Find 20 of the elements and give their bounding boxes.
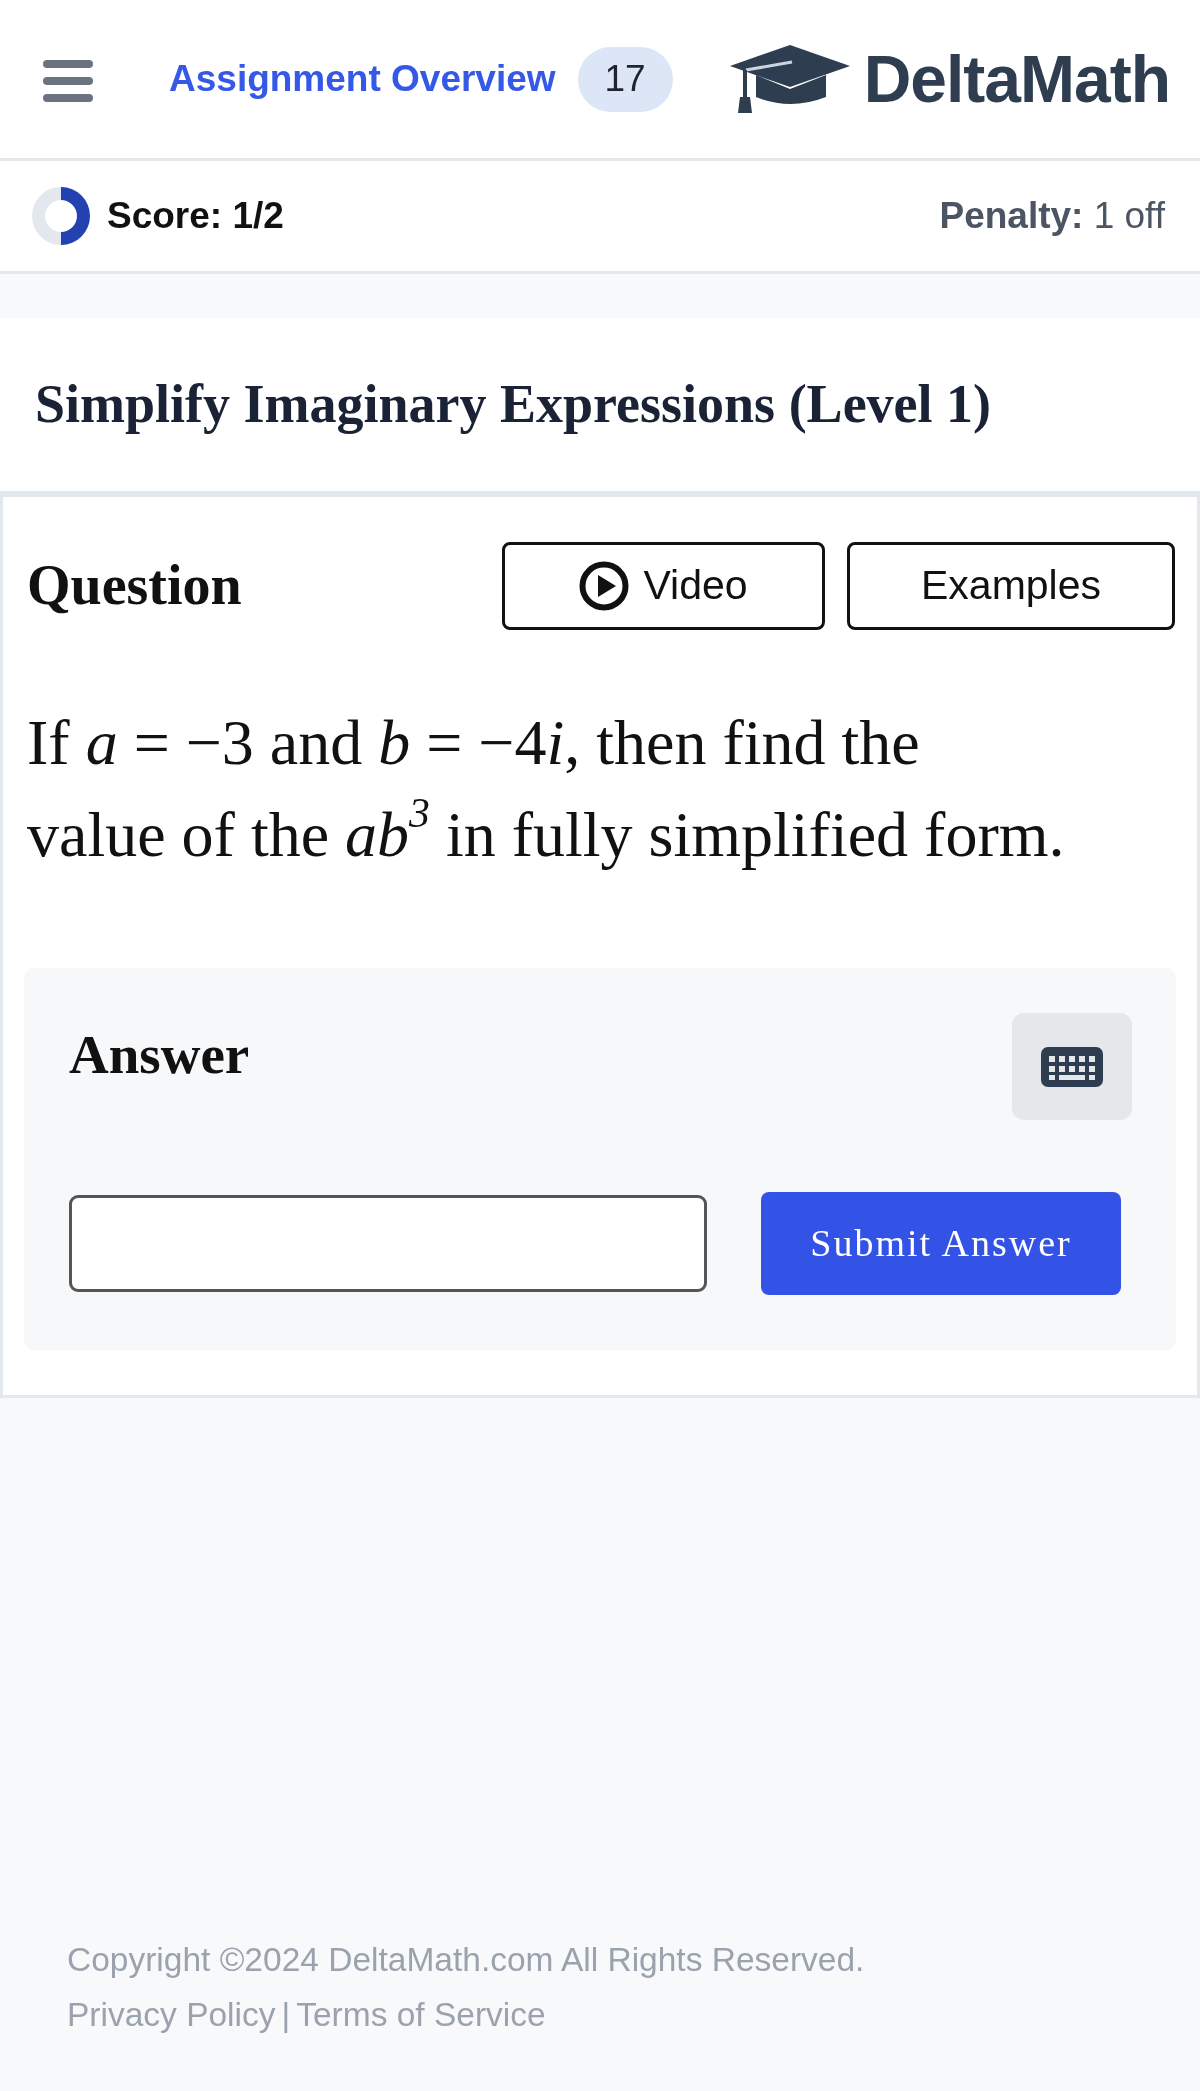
score-text: Score: 1/2 [107, 194, 284, 239]
penalty-text: Penalty: 1 off [939, 194, 1165, 239]
graduation-cap-icon [729, 45, 850, 113]
assignment-title: Simplify Imaginary Expressions (Level 1) [35, 373, 992, 437]
question-text: If a = −3 and b = −4i, then find the value of the ab$^{3}$ in fully simplified form. [27, 706, 1066, 872]
copyright-text: Copyright ©2024 DeltaMath.com All Rights Reserved. [67, 1940, 865, 1980]
examples-button[interactable]: Examples [847, 542, 1175, 630]
keyboard-icon [1041, 1046, 1103, 1087]
assignment-overview-link[interactable]: Assignment Overview [169, 51, 556, 107]
question-heading: Question [27, 553, 242, 619]
submit-answer-button[interactable]: Submit Answer [761, 1192, 1121, 1295]
count-badge: 17 [577, 46, 673, 112]
video-button[interactable]: Video [502, 542, 825, 630]
answer-field[interactable] [69, 1195, 707, 1292]
answer-heading: Answer [69, 1023, 250, 1087]
logo-text: DeltaMath [863, 46, 1170, 112]
menu-icon[interactable] [43, 60, 93, 102]
keyboard-button[interactable] [1012, 1013, 1132, 1120]
play-circle-icon [579, 561, 630, 611]
link-separator: | [281, 1996, 291, 2033]
